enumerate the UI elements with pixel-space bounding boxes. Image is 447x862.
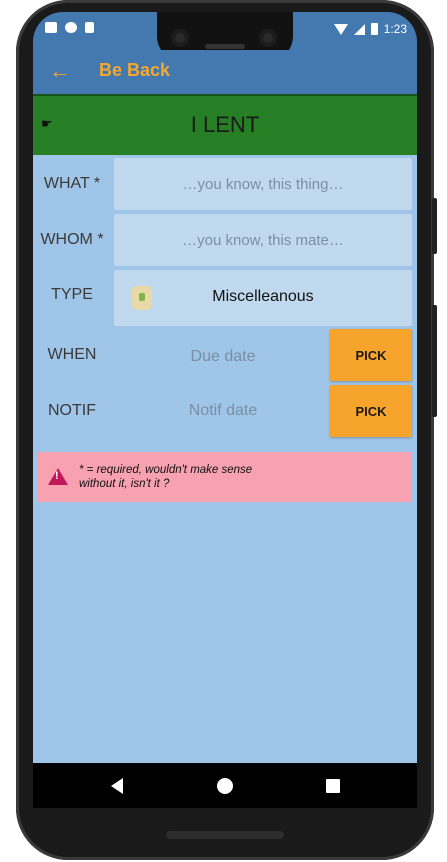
form-content: WHAT * …you know, this thing… WHOM * …yo… [33, 155, 417, 763]
what-row: WHAT * …you know, this thing… [33, 158, 417, 210]
whom-input[interactable]: …you know, this mate… [114, 214, 412, 266]
type-select[interactable]: Miscelleanous [114, 270, 412, 326]
warning-line-2: without it, isn't it ? [79, 478, 170, 490]
pick-due-date-button[interactable]: PICK [330, 329, 412, 381]
gmail-icon [45, 22, 57, 33]
warning-icon-mark: ! [55, 470, 59, 482]
whom-row: WHOM * …you know, this mate… [33, 214, 417, 266]
sync-icon [65, 22, 77, 33]
app-title: Be Back [99, 60, 171, 80]
banner-title: I LENT [190, 112, 260, 137]
signal-icon [353, 23, 365, 35]
recents-square-icon[interactable] [326, 779, 340, 793]
status-left [45, 22, 94, 33]
pick-notif-date-button[interactable]: PICK [330, 385, 412, 437]
type-value: Miscelleanous [212, 288, 314, 305]
what-input[interactable]: …you know, this thing… [114, 158, 412, 210]
sim-icon [85, 22, 94, 33]
system-nav-bar [33, 763, 417, 808]
home-circle-icon[interactable] [217, 778, 233, 794]
notif-label: NOTIF [48, 402, 96, 419]
front-camera-left [171, 29, 189, 47]
power-button [432, 198, 437, 254]
when-row: WHEN Due date PICK [33, 329, 417, 381]
battery-icon [370, 23, 378, 35]
whom-label: WHOM * [40, 231, 104, 248]
arrow-left-icon[interactable]: ← [49, 58, 71, 84]
notif-row: NOTIF Notif date PICK [33, 385, 417, 437]
back-triangle-icon[interactable] [111, 778, 123, 794]
due-date-field[interactable]: Due date [133, 348, 313, 366]
warning-line-1: * = required, wouldn't make sense [79, 464, 253, 476]
front-camera-right [259, 29, 277, 47]
status-right: 1:23 [333, 22, 407, 36]
screen: 1:23 ← Be Back ☛ I LENT WHAT * …you know… [33, 12, 417, 808]
volume-button [432, 305, 437, 417]
what-label: WHAT * [43, 175, 101, 192]
type-label: TYPE [51, 286, 93, 303]
type-row: TYPE Miscelleanous [33, 270, 417, 326]
status-time: 1:23 [383, 22, 407, 36]
required-warning: ! * = required, wouldn't make sense with… [38, 452, 412, 502]
when-label: WHEN [47, 346, 97, 363]
app-bar: ← Be Back [33, 50, 417, 94]
earpiece-speaker [205, 44, 245, 49]
header-banner: ☛ I LENT [33, 94, 417, 157]
warning-text: * = required, wouldn't make sense withou… [79, 463, 399, 491]
bottom-speaker-grill [166, 831, 284, 839]
notif-date-field[interactable]: Notif date [133, 402, 313, 420]
wifi-icon [333, 23, 348, 35]
